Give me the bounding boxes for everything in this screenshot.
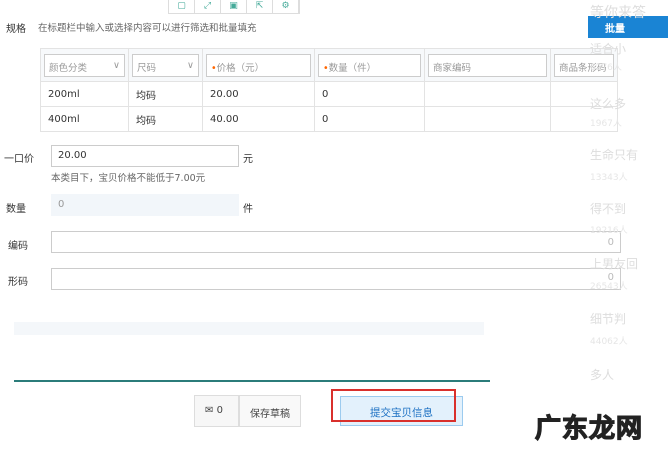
- save-icon[interactable]: ▣: [221, 0, 247, 14]
- sidebar-question[interactable]: 这么多: [590, 95, 626, 112]
- quantity-input: 0: [51, 194, 239, 216]
- price-hint: 本类目下，宝贝价格不能低于7.00元: [51, 173, 206, 184]
- size-filter-select[interactable]: 尺码 ∨: [132, 53, 199, 77]
- barcode-label: 形码: [8, 277, 28, 288]
- chevron-down-icon: ∨: [113, 59, 120, 71]
- sidebar-count: 26543人: [590, 282, 628, 292]
- price-label: 一口价: [4, 154, 34, 165]
- table-row: 200ml 均码 20.00 0: [40, 81, 618, 107]
- spec-hint: 在标题栏中输入或选择内容可以进行筛选和批量填充: [38, 23, 257, 34]
- sidebar-question[interactable]: 多人: [590, 366, 614, 383]
- watermark-logo: 广东龙网: [534, 413, 644, 444]
- merchant-code-batch-input[interactable]: 商家编码: [428, 53, 547, 77]
- sidebar-count: 19216人: [590, 226, 628, 236]
- footer-actions: ✉ 0 保存草稿: [194, 395, 301, 427]
- editor-toolbar: ▢ ⤢ ▣ ⇱ ⚙: [168, 0, 300, 14]
- merchant-code-input[interactable]: 0: [51, 231, 621, 253]
- sidebar-count: 1967人: [590, 119, 622, 129]
- section-band: [14, 322, 484, 335]
- quantity-batch-input[interactable]: •数量（件）: [318, 53, 421, 77]
- barcode-input[interactable]: 0: [51, 268, 621, 290]
- save-draft-button[interactable]: 保存草稿: [239, 395, 301, 427]
- highlight-box: [331, 389, 456, 422]
- price-batch-input[interactable]: •价格（元）: [206, 53, 311, 77]
- quantity-label: 数量: [6, 204, 26, 215]
- chevron-down-icon: ∨: [187, 59, 194, 71]
- doc-icon[interactable]: ▢: [169, 0, 195, 14]
- sidebar-count: 6276人: [590, 63, 622, 73]
- sidebar-count: 44062人: [590, 337, 628, 347]
- sidebar-count: 13343人: [590, 173, 628, 183]
- spec-label: 规格: [6, 24, 26, 35]
- envelope-icon: ✉: [205, 405, 214, 416]
- message-button[interactable]: ✉ 0: [194, 395, 239, 427]
- quantity-unit: 件: [243, 204, 253, 215]
- expand-icon[interactable]: ⤢: [195, 0, 221, 14]
- sidebar-question[interactable]: 适合小: [590, 40, 626, 57]
- export-icon[interactable]: ⇱: [247, 0, 273, 14]
- price-input[interactable]: 20.00: [51, 145, 239, 167]
- sidebar-title: 等你来答: [590, 5, 646, 21]
- color-filter-select[interactable]: 颜色分类 ∨: [44, 53, 125, 77]
- sidebar-question[interactable]: 上男友回: [590, 255, 638, 272]
- merchant-code-label: 编码: [8, 241, 28, 252]
- settings-icon[interactable]: ⚙: [273, 0, 299, 14]
- divider: [14, 380, 490, 382]
- table-row: 400ml 均码 40.00 0: [40, 106, 618, 132]
- sidebar-question[interactable]: 细节判: [590, 310, 626, 327]
- price-unit: 元: [243, 154, 253, 165]
- sku-table: 颜色分类 ∨ 尺码 ∨ •价格（元） •数量（件） 商家编码 商品条形码 200…: [40, 48, 618, 132]
- sidebar-question[interactable]: 得不到: [590, 200, 626, 217]
- sidebar-question[interactable]: 生命只有: [590, 146, 638, 163]
